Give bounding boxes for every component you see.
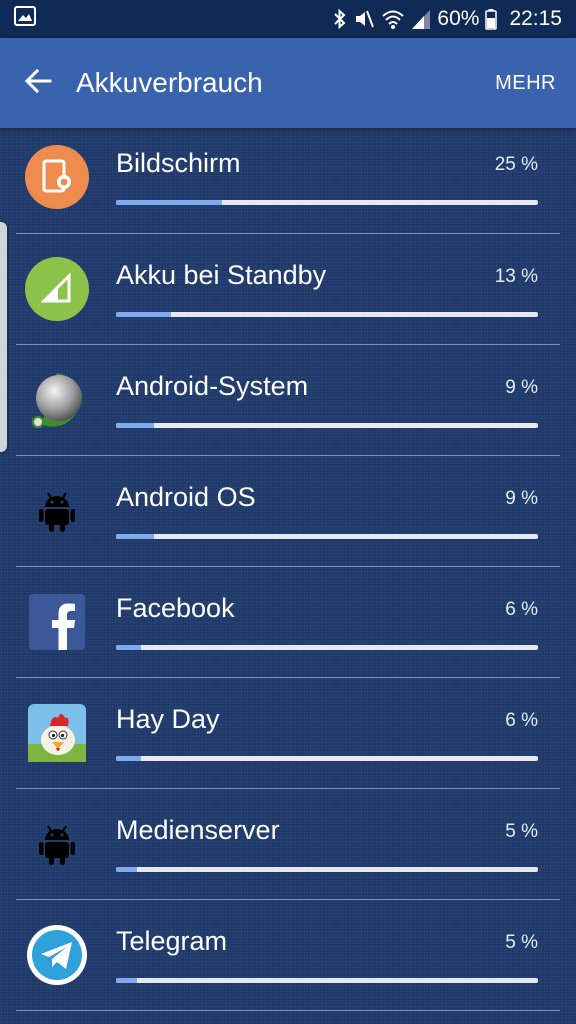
arrow-left-icon [24, 68, 52, 99]
page-title: Akkuverbrauch [76, 67, 263, 98]
usage-bar-fill [116, 312, 171, 317]
list-item[interactable]: Medienserver 5 % [16, 789, 560, 900]
usage-percent: 9 % [505, 488, 538, 509]
bluetooth-icon [333, 8, 347, 30]
signal-icon [411, 8, 431, 30]
usage-bar-fill [116, 200, 222, 205]
status-bar: 60% 22:15 [0, 0, 576, 38]
usage-bar [116, 645, 538, 650]
facebook-icon [24, 589, 90, 655]
usage-bar-fill [116, 756, 142, 761]
usage-bar [116, 312, 538, 317]
usage-bar-fill [116, 978, 138, 983]
mute-icon [353, 8, 375, 30]
android-robot-icon [24, 811, 90, 877]
list-item[interactable]: Telegram 5 % [16, 900, 560, 1011]
list-item[interactable]: Bildschirm 25 % [16, 128, 560, 234]
android-robot-icon [24, 478, 90, 544]
usage-bar-fill [116, 867, 138, 872]
usage-bar [116, 867, 538, 872]
app-name: Medienserver [116, 815, 280, 845]
app-name: Telegram [116, 926, 228, 956]
usage-bar [116, 534, 538, 539]
usage-percent: 5 % [505, 821, 538, 842]
wifi-icon [381, 8, 405, 30]
list-item[interactable]: Android-System 9 % [16, 345, 560, 456]
image-icon [14, 6, 36, 32]
usage-percent: 25 % [494, 154, 538, 175]
usage-percent: 6 % [505, 710, 538, 731]
usage-bar [116, 200, 538, 205]
usage-bar-fill [116, 645, 142, 650]
back-button[interactable] [0, 38, 76, 128]
app-name: Facebook [116, 593, 235, 623]
telegram-icon [24, 922, 90, 988]
usage-bar-fill [116, 534, 154, 539]
android-system-icon [24, 367, 90, 433]
list-item[interactable]: Android OS 9 % [16, 456, 560, 567]
battery-icon [485, 8, 498, 30]
edge-panel-handle[interactable] [0, 222, 7, 452]
app-bar: Akkuverbrauch MEHR [0, 38, 576, 128]
usage-percent: 6 % [505, 599, 538, 620]
clock: 22:15 [509, 7, 562, 30]
usage-bar [116, 423, 538, 428]
app-name: Hay Day [116, 704, 220, 734]
usage-percent: 5 % [505, 932, 538, 953]
list-item[interactable]: Facebook 6 % [16, 567, 560, 678]
battery-percent: 60% [437, 7, 480, 30]
list-item[interactable]: Hay Day 6 % [16, 678, 560, 789]
list-item[interactable]: Akku bei Standby 13 % [16, 234, 560, 345]
usage-bar-fill [116, 423, 154, 428]
more-button[interactable]: MEHR [475, 72, 576, 95]
usage-bar [116, 756, 538, 761]
screen-brightness-icon [24, 144, 90, 210]
app-name: Android-System [116, 371, 309, 401]
cell-standby-icon [24, 256, 90, 322]
usage-bar [116, 978, 538, 983]
usage-percent: 9 % [505, 377, 538, 398]
app-name: Akku bei Standby [116, 260, 327, 290]
battery-usage-list: Bildschirm 25 % Akku bei Standby 13 % An… [0, 128, 576, 1011]
app-name: Bildschirm [116, 148, 241, 178]
usage-percent: 13 % [494, 266, 538, 287]
app-name: Android OS [116, 482, 256, 512]
hay-day-icon [24, 700, 90, 766]
